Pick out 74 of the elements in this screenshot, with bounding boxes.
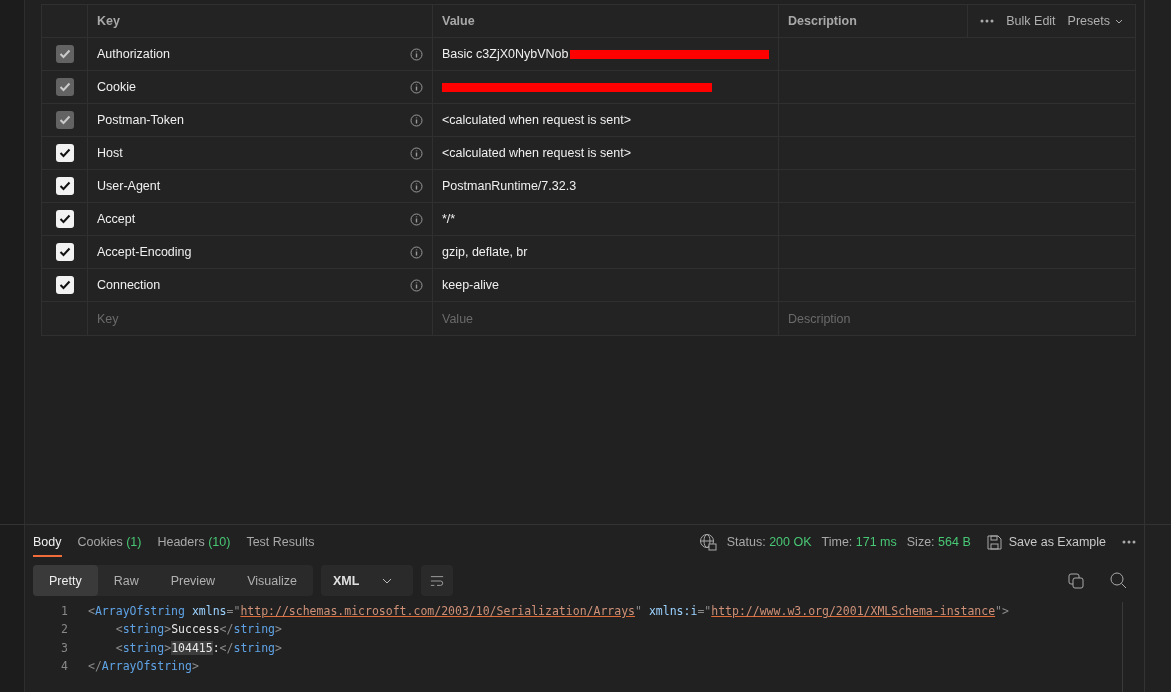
checkbox[interactable]	[55, 177, 74, 195]
header-key: User-Agent	[97, 179, 161, 193]
code-line: <string>Success</string>	[114, 622, 282, 637]
view-mode-tab[interactable]: Raw	[97, 565, 155, 596]
response-tab[interactable]: Body	[33, 527, 62, 557]
header-key: Accept	[97, 212, 136, 226]
save-as-example-button[interactable]: Save as Example	[986, 534, 1106, 550]
value-input[interactable]: Value	[442, 311, 769, 326]
info-icon[interactable]	[410, 47, 423, 61]
header-value: <calculated when request is sent>	[442, 113, 631, 127]
info-icon[interactable]	[410, 212, 423, 226]
code-line: </ArrayOfstring>	[88, 659, 199, 674]
response-meta: Time: 171 ms	[821, 535, 897, 549]
checkmark-icon	[58, 82, 71, 92]
checkmark-icon	[58, 247, 71, 257]
checkmark-icon	[58, 115, 71, 125]
view-mode-tab[interactable]: Preview	[154, 565, 232, 596]
info-icon[interactable]	[410, 245, 423, 259]
checkmark-icon	[58, 280, 71, 290]
response-tab[interactable]: Headers (10)	[157, 527, 231, 557]
checkbox[interactable]	[55, 210, 74, 228]
more-icon[interactable]	[1122, 540, 1136, 544]
wrap-lines-icon	[430, 574, 445, 587]
info-icon[interactable]	[410, 146, 423, 160]
key-input[interactable]: Key	[97, 311, 423, 326]
info-icon[interactable]	[410, 179, 423, 193]
header-key: Connection	[97, 278, 161, 292]
info-icon[interactable]	[410, 278, 423, 292]
search-icon[interactable]	[1110, 572, 1127, 589]
checkbox[interactable]	[55, 276, 74, 294]
more-icon[interactable]	[980, 19, 995, 23]
code-line: <string>104415:</string>	[114, 640, 282, 655]
chevron-down-icon	[1115, 18, 1123, 24]
presets-dropdown[interactable]: Presets	[1067, 14, 1123, 28]
column-header: Value	[442, 14, 475, 28]
header-key: Cookie	[97, 80, 136, 94]
bulk-edit-link[interactable]: Bulk Edit	[1006, 14, 1056, 28]
checkmark-icon	[58, 214, 71, 224]
info-icon[interactable]	[410, 80, 423, 94]
header-value: PostmanRuntime/7.32.3	[442, 179, 577, 193]
header-value: gzip, deflate, br	[442, 245, 528, 259]
copy-icon[interactable]	[1068, 572, 1084, 589]
line-number: 3	[60, 640, 68, 655]
column-header: Key	[97, 14, 120, 28]
response-meta: Size: 564 B	[906, 535, 971, 549]
header-value: */*	[442, 212, 456, 226]
globe-lock-icon[interactable]	[698, 533, 717, 551]
line-number: 1	[60, 604, 68, 619]
response-tab[interactable]: Test Results	[246, 527, 315, 557]
column-header: Description	[788, 14, 857, 28]
format-dropdown[interactable]: XML	[320, 565, 414, 596]
response-meta: Status: 200 OK	[726, 535, 812, 549]
header-value: keep-alive	[442, 278, 499, 292]
code-line: <ArrayOfstring xmlns="http://schemas.microsoft.com/2003/10/Serialization/Arrays" xmlns:i="http://www.w3.org/2001/XMLSchema-instance">	[88, 604, 1009, 619]
info-icon[interactable]	[410, 113, 423, 127]
header-value: <calculated when request is sent>	[442, 146, 631, 160]
line-number: 4	[60, 659, 68, 674]
checkmark-icon	[58, 49, 71, 59]
header-key: Authorization	[97, 47, 170, 61]
wrap-lines-button[interactable]	[421, 565, 454, 596]
response-tab[interactable]: Cookies (1)	[77, 527, 142, 557]
header-key: Accept-Encoding	[97, 245, 192, 259]
header-key: Host	[97, 146, 123, 160]
description-input[interactable]: Description	[788, 311, 1126, 326]
view-mode-tab[interactable]: Visualize	[231, 565, 313, 596]
checkbox[interactable]	[55, 243, 74, 261]
line-number: 2	[60, 622, 68, 637]
chevron-down-icon	[382, 577, 393, 584]
header-value: Basic c3ZjX0NybVNob	[442, 47, 569, 61]
checkmark-icon	[58, 148, 71, 158]
checkbox[interactable]	[55, 144, 74, 162]
header-key: Postman-Token	[97, 113, 184, 127]
view-mode-tab[interactable]: Pretty	[33, 565, 98, 596]
checkmark-icon	[58, 181, 71, 191]
